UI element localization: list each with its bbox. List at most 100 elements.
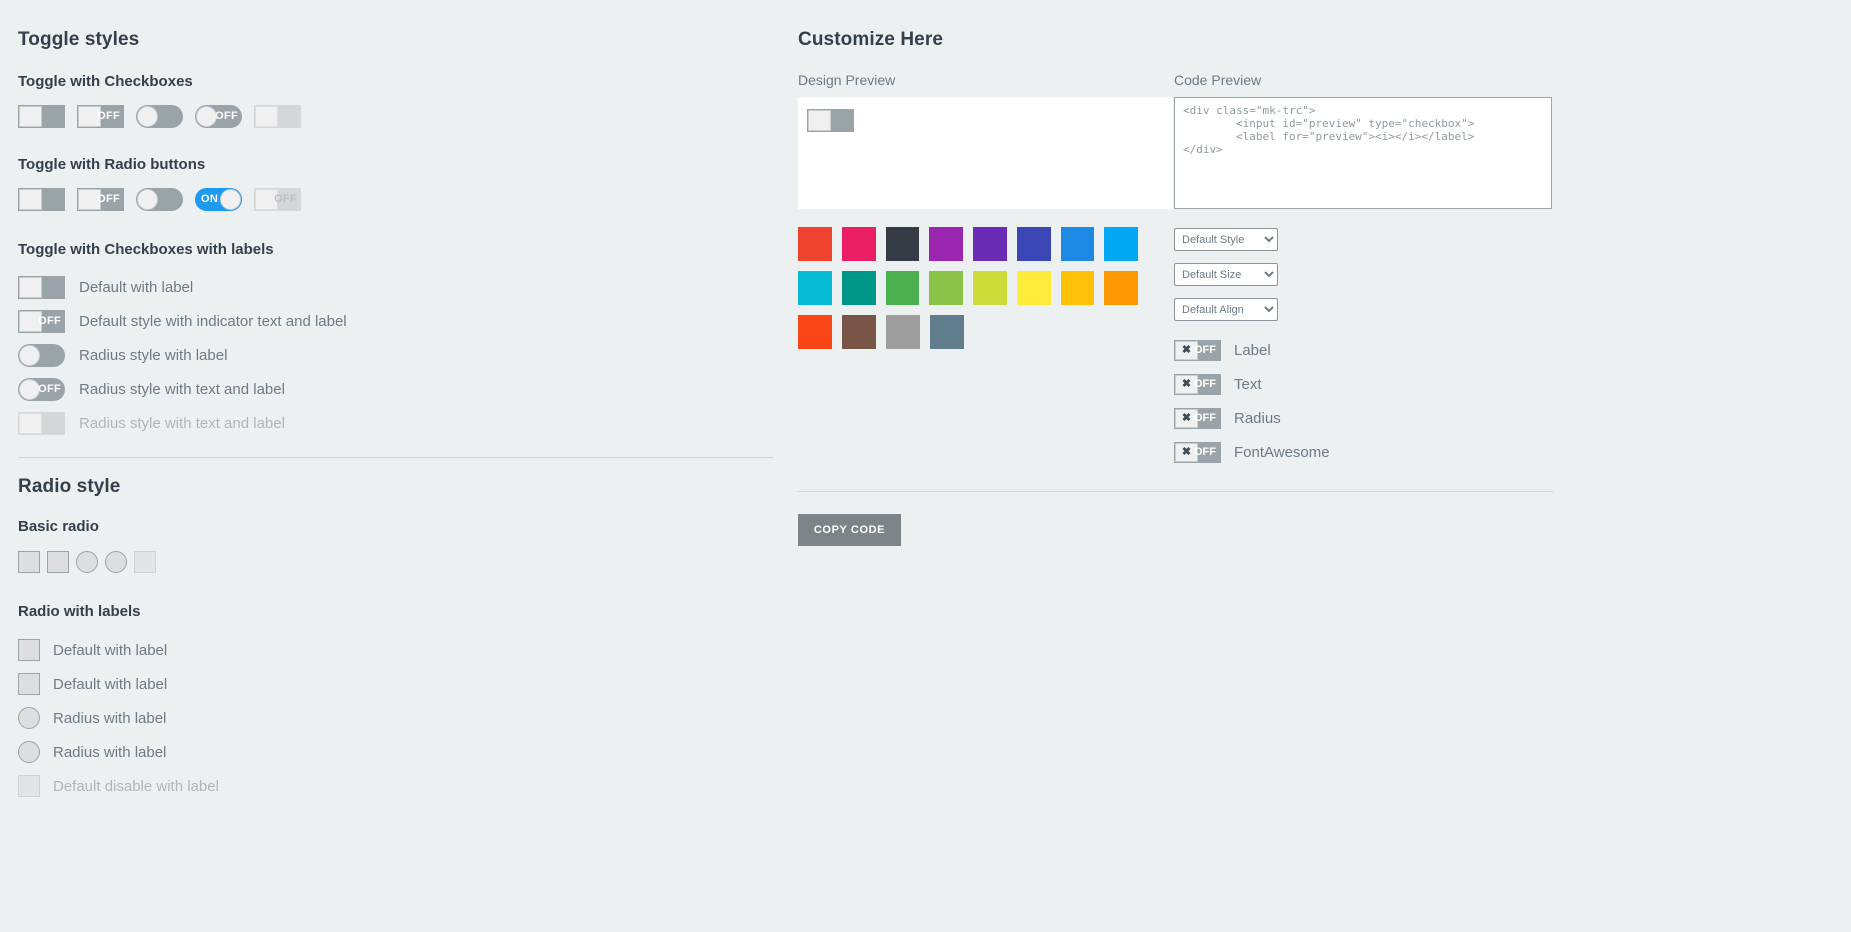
preview-toggle[interactable] bbox=[807, 109, 854, 132]
toggle-row-disabled-label: Radius style with text and label bbox=[18, 406, 778, 440]
swatch-green[interactable] bbox=[886, 271, 920, 305]
toggle-radius[interactable] bbox=[18, 344, 65, 367]
toggle-checkbox-default-text[interactable]: OFF bbox=[77, 105, 124, 128]
toggle-row-default-label[interactable]: Default with label bbox=[18, 270, 778, 304]
swatch-deeporange[interactable] bbox=[798, 315, 832, 349]
radio-row-default-1[interactable]: Default with label bbox=[18, 633, 778, 667]
radio-row-disabled: Default disable with label bbox=[18, 769, 778, 803]
radio-circle[interactable] bbox=[18, 741, 40, 763]
design-preview-box bbox=[798, 97, 1173, 209]
radio-row-radius-1[interactable]: Radius with label bbox=[18, 701, 778, 735]
toggle-checkbox-default[interactable] bbox=[18, 105, 65, 128]
option-toggle-text[interactable]: ✖ OFF bbox=[1174, 374, 1221, 395]
radio-circle-2[interactable] bbox=[105, 551, 127, 573]
toggle-knob bbox=[19, 379, 40, 400]
swatch-orange[interactable] bbox=[1104, 271, 1138, 305]
radio-box-2[interactable] bbox=[47, 551, 69, 573]
radio-circle-1[interactable] bbox=[76, 551, 98, 573]
option-toggle-label[interactable]: ✖ OFF bbox=[1174, 340, 1221, 361]
swatch-dark[interactable] bbox=[886, 227, 920, 261]
code-preview-box[interactable]: <div class="mk-trc"> <input id="preview"… bbox=[1174, 97, 1552, 209]
toggle-row-default-text-label[interactable]: OFF Default style with indicator text an… bbox=[18, 304, 778, 338]
toggle-default[interactable] bbox=[18, 276, 65, 299]
option-row-text[interactable]: ✖ OFF Text bbox=[1174, 367, 1554, 401]
design-preview-column: Design Preview bbox=[798, 72, 1138, 469]
swatch-grey[interactable] bbox=[886, 315, 920, 349]
copy-code-button[interactable]: COPY CODE bbox=[798, 514, 901, 546]
radio-row-label: Radius with label bbox=[53, 744, 166, 761]
radio-box[interactable] bbox=[18, 639, 40, 661]
radio-row-default-2[interactable]: Default with label bbox=[18, 667, 778, 701]
radio-row-radius-2[interactable]: Radius with label bbox=[18, 735, 778, 769]
heading-toggle-checkbox-labels: Toggle with Checkboxes with labels bbox=[18, 241, 778, 258]
toggle-indicator-text: OFF bbox=[1194, 444, 1216, 461]
option-row-radius[interactable]: ✖ OFF Radius bbox=[1174, 401, 1554, 435]
option-row-label[interactable]: ✖ OFF Label bbox=[1174, 333, 1554, 367]
toggle-styles-column: Toggle styles Toggle with Checkboxes OFF… bbox=[18, 0, 778, 803]
radio-box-disabled bbox=[134, 551, 156, 573]
radio-box[interactable] bbox=[18, 673, 40, 695]
option-label: Radius bbox=[1234, 410, 1281, 427]
toggle-indicator-text: OFF bbox=[215, 108, 238, 125]
style-select[interactable]: Default Style bbox=[1174, 228, 1278, 251]
swatch-amber[interactable] bbox=[1061, 271, 1095, 305]
toggle-indicator-text: OFF bbox=[97, 191, 120, 208]
swatch-lightblue[interactable] bbox=[1104, 227, 1138, 261]
toggle-indicator-text: OFF bbox=[38, 381, 61, 398]
radio-row-label: Radius with label bbox=[53, 710, 166, 727]
swatch-brown[interactable] bbox=[842, 315, 876, 349]
swatch-purple[interactable] bbox=[929, 227, 963, 261]
heading-basic-radio: Basic radio bbox=[18, 518, 778, 535]
page-root: Toggle styles Toggle with Checkboxes OFF… bbox=[0, 0, 1851, 932]
toggle-row-label: Default style with indicator text and la… bbox=[79, 313, 347, 330]
swatch-teal[interactable] bbox=[842, 271, 876, 305]
heading-toggle-checkboxes: Toggle with Checkboxes bbox=[18, 73, 778, 90]
heading-radio-labels: Radio with labels bbox=[18, 603, 778, 620]
toggle-row-label: Radius style with label bbox=[79, 347, 227, 364]
option-row-fontawesome[interactable]: ✖ OFF FontAwesome bbox=[1174, 435, 1554, 469]
swatch-deeppurple[interactable] bbox=[973, 227, 1007, 261]
toggle-row-label: Radius style with text and label bbox=[79, 415, 285, 432]
align-select[interactable]: Default Align bbox=[1174, 298, 1278, 321]
swatch-indigo[interactable] bbox=[1017, 227, 1051, 261]
toggle-radio-radius-on[interactable]: ON bbox=[195, 188, 242, 211]
toggle-row-radius-text-label[interactable]: OFF Radius style with text and label bbox=[18, 372, 778, 406]
swatch-cyan[interactable] bbox=[798, 271, 832, 305]
size-select[interactable]: Default Size bbox=[1174, 263, 1278, 286]
toggle-default-text[interactable]: OFF bbox=[18, 310, 65, 333]
toggle-checkbox-radius-text[interactable]: OFF bbox=[195, 105, 242, 128]
size-select-wrap: Default Size bbox=[1174, 263, 1554, 286]
swatch-bluegrey[interactable] bbox=[930, 315, 964, 349]
swatch-lime[interactable] bbox=[973, 271, 1007, 305]
swatch-pink[interactable] bbox=[842, 227, 876, 261]
toggle-radio-default-text[interactable]: OFF bbox=[77, 188, 124, 211]
swatch-blue[interactable] bbox=[1061, 227, 1095, 261]
toggle-checkbox-radius[interactable] bbox=[136, 105, 183, 128]
option-label: FontAwesome bbox=[1234, 444, 1330, 461]
toggle-row-label: Default with label bbox=[79, 279, 193, 296]
toggle-knob bbox=[19, 345, 40, 366]
toggle-knob bbox=[255, 106, 278, 127]
swatch-lightgreen[interactable] bbox=[929, 271, 963, 305]
toggle-disabled bbox=[18, 412, 65, 435]
radio-style-title: Radio style bbox=[18, 476, 778, 498]
swatch-yellow[interactable] bbox=[1017, 271, 1051, 305]
divider bbox=[18, 457, 773, 458]
radio-row-label: Default with label bbox=[53, 642, 167, 659]
toggle-knob bbox=[220, 189, 241, 210]
toggle-knob bbox=[19, 189, 42, 210]
option-label: Label bbox=[1234, 342, 1271, 359]
toggle-radius-text[interactable]: OFF bbox=[18, 378, 65, 401]
toggle-row-radius-label[interactable]: Radius style with label bbox=[18, 338, 778, 372]
toggle-row-label: Radius style with text and label bbox=[79, 381, 285, 398]
toggle-indicator-text: OFF bbox=[274, 191, 297, 208]
heading-toggle-radio: Toggle with Radio buttons bbox=[18, 156, 778, 173]
basic-radio-group bbox=[18, 551, 778, 573]
swatch-red[interactable] bbox=[798, 227, 832, 261]
toggle-radio-radius[interactable] bbox=[136, 188, 183, 211]
option-toggle-radius[interactable]: ✖ OFF bbox=[1174, 408, 1221, 429]
toggle-radio-default[interactable] bbox=[18, 188, 65, 211]
radio-box-1[interactable] bbox=[18, 551, 40, 573]
option-toggle-fontawesome[interactable]: ✖ OFF bbox=[1174, 442, 1221, 463]
radio-circle[interactable] bbox=[18, 707, 40, 729]
